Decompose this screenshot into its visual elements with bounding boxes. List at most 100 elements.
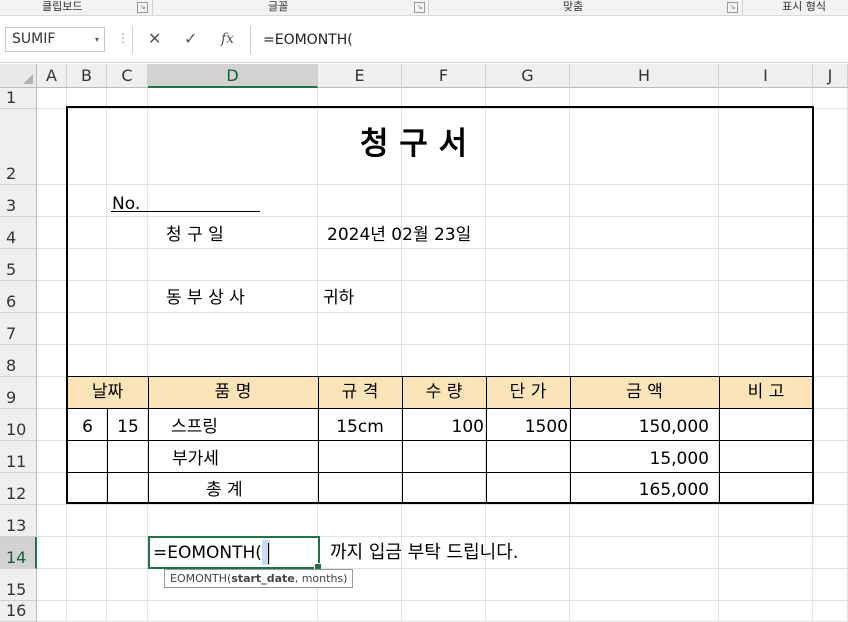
- row-amount[interactable]: 15,000: [570, 447, 709, 471]
- row-header-10[interactable]: 10: [0, 409, 37, 441]
- row-amount[interactable]: 150,000: [570, 415, 709, 439]
- row-header-11[interactable]: 11: [0, 441, 37, 473]
- column-gridline: [569, 88, 570, 622]
- name-box[interactable]: SUMIF ▾: [5, 27, 105, 52]
- alignment-launcher-icon[interactable]: ↘: [727, 2, 738, 13]
- insert-function-icon[interactable]: fx: [221, 29, 234, 49]
- tooltip-rest: , months): [294, 572, 348, 585]
- chevron-down-icon[interactable]: ▾: [95, 28, 99, 51]
- border-line: [66, 440, 814, 441]
- invoice-number-label: No.: [112, 194, 141, 214]
- row-header-8[interactable]: 8: [0, 345, 37, 377]
- border-line: [66, 502, 814, 504]
- column-header-g[interactable]: G: [486, 64, 570, 88]
- function-tooltip[interactable]: EOMONTH(start_date, months): [164, 569, 354, 588]
- enter-icon[interactable]: ✓: [184, 29, 197, 49]
- select-all-corner[interactable]: [0, 64, 37, 88]
- header-amount: 금 액: [626, 382, 663, 402]
- header-item-name: 품 명: [214, 382, 252, 402]
- row-gridline: [37, 184, 848, 185]
- font-launcher-icon[interactable]: ↘: [414, 2, 425, 13]
- payment-request-text: 까지 입금 부탁 드립니다.: [330, 542, 519, 563]
- row-header-16[interactable]: 16: [0, 601, 37, 622]
- column-header-c[interactable]: C: [107, 64, 148, 88]
- row-quantity[interactable]: 100: [402, 415, 484, 439]
- row-gridline: [37, 108, 848, 109]
- column-header-h[interactable]: H: [570, 64, 719, 88]
- border-line: [66, 408, 814, 409]
- border-line: [66, 106, 68, 504]
- column-gridline: [106, 88, 107, 622]
- row-header-4[interactable]: 4: [0, 217, 37, 249]
- row-header-5[interactable]: 5: [0, 249, 37, 281]
- ribbon-separator: [152, 0, 153, 15]
- tooltip-current-arg[interactable]: start_date: [231, 572, 294, 585]
- header-quantity: 수 량: [425, 382, 463, 402]
- row-header-14[interactable]: 14: [0, 537, 37, 569]
- row-gridline: [37, 344, 848, 345]
- border-line: [66, 376, 814, 377]
- date-value: 2024년 02월 23일: [327, 225, 472, 245]
- header-spec: 규 격: [341, 382, 379, 402]
- row-header-12[interactable]: 12: [0, 473, 37, 505]
- row-header-7[interactable]: 7: [0, 313, 37, 345]
- row-item[interactable]: 부가세: [172, 447, 219, 471]
- header-note: 비 고: [747, 382, 785, 402]
- row-gridline: [37, 280, 848, 281]
- border-line: [812, 106, 814, 504]
- ribbon-group-clipboard: 클립보드: [42, 0, 83, 13]
- ribbon-separator: [428, 0, 429, 15]
- clipboard-launcher-icon[interactable]: ↘: [137, 2, 148, 13]
- row-unit-price[interactable]: 1500: [486, 415, 568, 439]
- row-gridline: [37, 600, 848, 601]
- ribbon-group-font: 글꼴: [268, 0, 289, 13]
- row-header-6[interactable]: 6: [0, 281, 37, 313]
- cancel-icon[interactable]: ✕: [148, 29, 161, 49]
- row-header-13[interactable]: 13: [0, 505, 37, 537]
- ribbon-separator: [742, 0, 743, 15]
- date-label: 청 구 일: [166, 225, 224, 245]
- cell-edit-text[interactable]: =EOMONTH(: [153, 541, 262, 565]
- column-gridline: [718, 88, 719, 622]
- border-line: [66, 472, 814, 473]
- row-item[interactable]: 총 계: [206, 478, 243, 502]
- row-month[interactable]: 6: [67, 415, 108, 439]
- header-date: 날짜: [91, 382, 124, 402]
- ribbon-group-number-format: 표시 형식: [782, 0, 826, 13]
- row-item[interactable]: 스프링: [171, 415, 218, 439]
- formula-bar-separator: [132, 26, 133, 54]
- column-header-b[interactable]: B: [67, 64, 107, 88]
- formula-bar: SUMIF ▾ ⋮ ✕ ✓ fx =EOMONTH(: [0, 17, 848, 63]
- column-header-d[interactable]: D: [148, 64, 318, 88]
- column-header-e[interactable]: E: [318, 64, 402, 88]
- row-gridline: [37, 216, 848, 217]
- row-header-15[interactable]: 15: [0, 569, 37, 601]
- row-header-1[interactable]: 1: [0, 88, 37, 109]
- recipient-name: 동 부 상 사: [166, 288, 245, 308]
- column-header-f[interactable]: F: [402, 64, 486, 88]
- formula-input[interactable]: =EOMONTH(: [250, 26, 848, 54]
- row-header-9[interactable]: 9: [0, 377, 37, 409]
- row-gridline: [37, 248, 848, 249]
- invoice-title: 청 구 서: [360, 126, 468, 162]
- column-header-a[interactable]: A: [37, 64, 67, 88]
- more-options-icon[interactable]: ⋮: [117, 31, 129, 45]
- row-header-3[interactable]: 3: [0, 185, 37, 217]
- header-unit-price: 단 가: [509, 382, 547, 402]
- row-gridline: [37, 504, 848, 505]
- select-all-triangle-icon: [23, 74, 33, 84]
- border-line: [66, 106, 814, 108]
- row-day[interactable]: 15: [108, 415, 148, 439]
- recipient-honorific: 귀하: [323, 288, 355, 308]
- text-caret: [268, 543, 269, 564]
- ribbon-group-labels: 클립보드 ↘ 글꼴 ↘ 맞춤 ↘ 표시 형식: [0, 0, 848, 16]
- row-gridline: [37, 312, 848, 313]
- ribbon-group-alignment: 맞춤: [563, 0, 584, 13]
- invoice-number-underline: [111, 211, 260, 212]
- column-header-i[interactable]: I: [719, 64, 813, 88]
- column-header-j[interactable]: J: [813, 64, 848, 88]
- name-box-value: SUMIF: [12, 31, 56, 47]
- row-header-2[interactable]: 2: [0, 109, 37, 185]
- row-amount[interactable]: 165,000: [570, 478, 709, 502]
- row-spec[interactable]: 15cm: [318, 415, 402, 439]
